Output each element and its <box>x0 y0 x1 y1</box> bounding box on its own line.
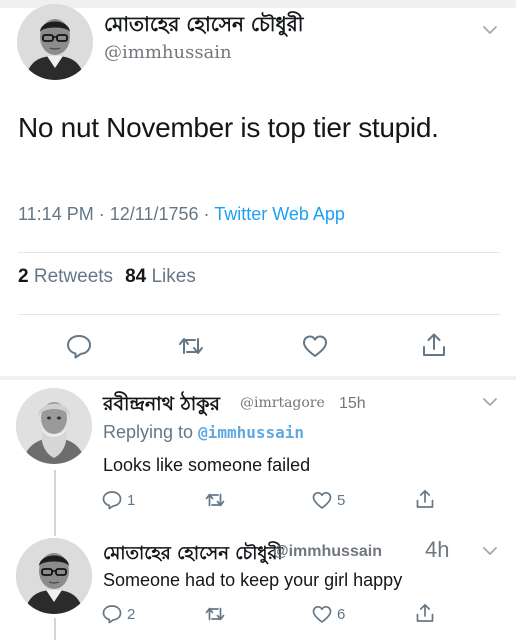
reply-button[interactable]: 1 <box>101 489 135 511</box>
retweet-button[interactable] <box>204 489 230 511</box>
share-button[interactable] <box>414 602 436 624</box>
avatar[interactable] <box>17 4 93 80</box>
retweets-label: Retweets <box>33 266 114 287</box>
chevron-down-icon[interactable] <box>482 545 498 557</box>
divider <box>18 252 500 253</box>
chevron-down-icon[interactable] <box>482 24 498 36</box>
retweet-icon <box>205 607 225 621</box>
like-icon[interactable] <box>301 333 329 359</box>
meta-dot: · <box>98 204 110 224</box>
share-icon[interactable] <box>420 332 448 358</box>
reply-count: 1 <box>127 491 136 509</box>
tweet-time[interactable]: 11:14 PM <box>18 204 94 224</box>
likes-count: 84 <box>125 266 147 287</box>
thread-line <box>54 470 56 536</box>
share-icon <box>416 489 434 508</box>
reply-author-handle[interactable]: @imrtagore <box>240 395 325 411</box>
avatar[interactable] <box>16 388 92 464</box>
share-icon <box>416 603 434 622</box>
replying-mention[interactable]: @immhussain <box>198 423 304 442</box>
tweet-stats: 2 Retweets 84 Likes <box>18 266 196 288</box>
meta-dot: · <box>203 204 215 224</box>
tweet-source[interactable]: Twitter Web App <box>214 204 345 224</box>
section-separator <box>0 376 516 380</box>
like-icon <box>312 605 332 623</box>
chevron-down-icon[interactable] <box>482 396 498 408</box>
like-count: 6 <box>337 605 346 623</box>
reply-text: Looks like someone failed <box>103 455 311 475</box>
tweet-meta: 11:14 PM · 12/11/1756 · Twitter Web App <box>18 204 345 225</box>
thread-line <box>54 618 56 640</box>
likes-label: Likes <box>151 266 196 287</box>
reply-time[interactable]: 15h <box>339 395 366 413</box>
divider <box>18 314 500 315</box>
reply-icon <box>102 605 122 624</box>
retweet-button[interactable] <box>204 603 230 625</box>
like-button[interactable]: 6 <box>311 603 345 625</box>
like-button[interactable]: 5 <box>311 489 345 511</box>
reply-time[interactable]: 4h <box>425 537 449 563</box>
reply-author-name[interactable]: মোতাহের হোসেন চৌধুরী <box>103 539 283 570</box>
reply-author-name[interactable]: রবীন্দ্রনাথ ঠাকুর <box>103 390 220 422</box>
reply-icon[interactable] <box>65 333 93 359</box>
retweets-stat[interactable]: 2 Retweets <box>18 266 113 287</box>
tweet-date[interactable]: 12/11/1756 <box>110 204 199 224</box>
retweet-icon[interactable] <box>177 333 205 359</box>
retweet-icon <box>205 493 225 507</box>
retweets-count: 2 <box>18 266 29 287</box>
replying-to: Replying to @immhussain <box>103 422 304 443</box>
reply-text: Someone had to keep your girl happy <box>103 570 403 590</box>
top-separator <box>0 0 516 8</box>
author-name[interactable]: মোতাহের হোসেন চৌধুরী <box>104 10 303 43</box>
avatar[interactable] <box>16 538 92 614</box>
reply-icon <box>102 491 122 510</box>
reply-count: 2 <box>127 605 136 623</box>
reply-button[interactable]: 2 <box>101 603 135 625</box>
like-icon <box>312 491 332 509</box>
tweet-text: No nut November is top tier stupid. <box>18 112 439 143</box>
likes-stat[interactable]: 84 Likes <box>125 266 196 287</box>
like-count: 5 <box>337 491 346 509</box>
reply-author-handle[interactable]: @immhussain <box>273 543 382 561</box>
replying-label: Replying to <box>103 422 194 442</box>
author-handle[interactable]: @immhussain <box>104 42 232 63</box>
share-button[interactable] <box>414 488 436 510</box>
